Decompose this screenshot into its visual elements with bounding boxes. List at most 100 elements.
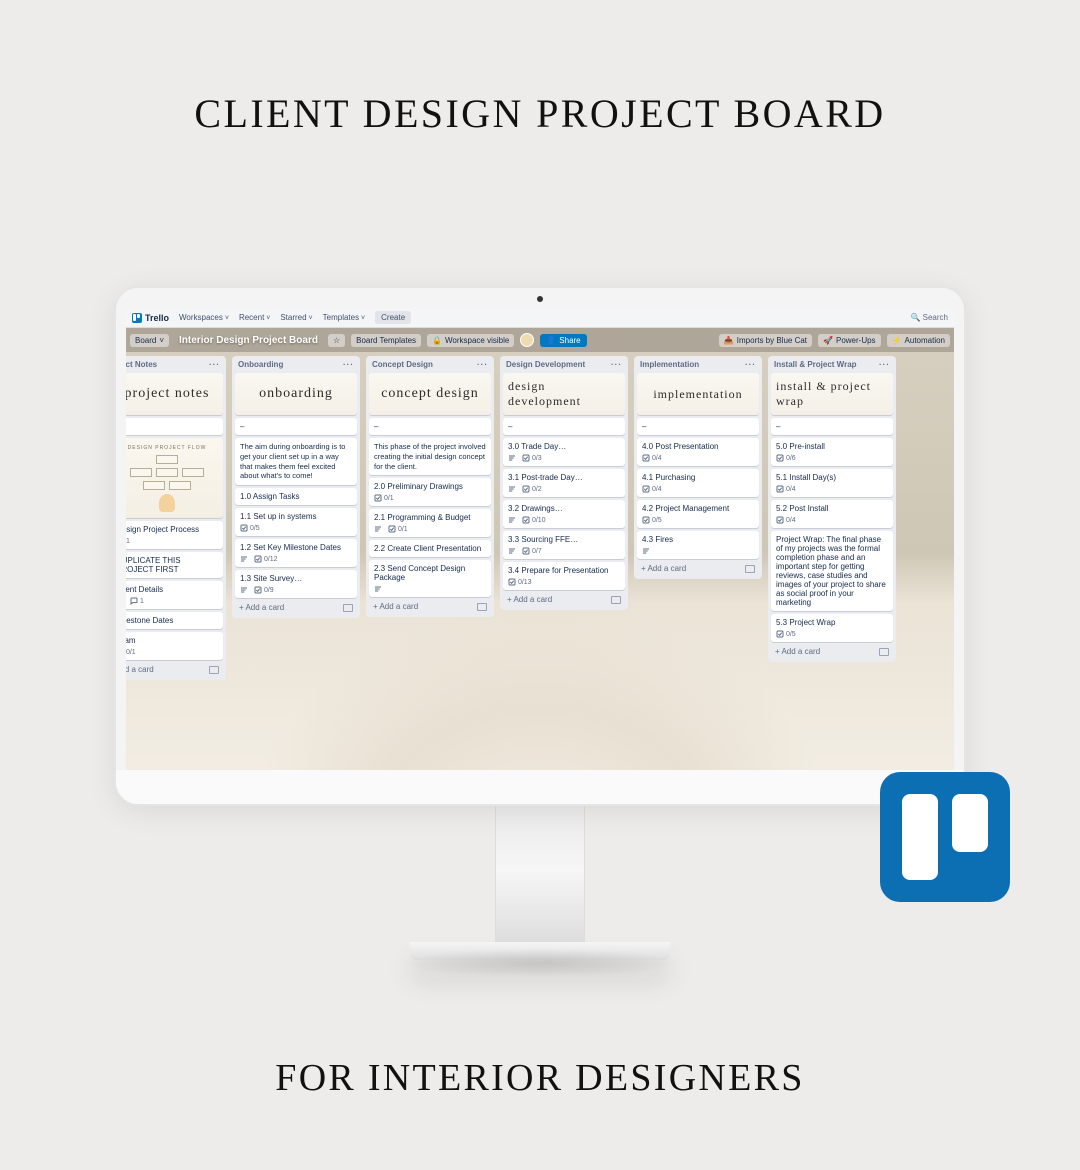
separator-card[interactable]: – <box>503 418 625 435</box>
card[interactable]: 1.1 Set up in systems 0/5 <box>235 508 357 536</box>
trello-logo-icon <box>132 313 142 323</box>
list-menu-button[interactable]: ··· <box>477 360 488 369</box>
powerups-button[interactable]: 🚀 Power-Ups <box>818 334 881 347</box>
separator-card[interactable]: – <box>771 418 893 435</box>
workspace-visibility-button[interactable]: 🔒 Workspace visible <box>427 334 514 347</box>
card[interactable]: Milestone Dates <box>126 612 223 629</box>
card-template-icon[interactable] <box>209 666 219 674</box>
add-card-button[interactable]: + Add a card <box>637 562 759 575</box>
list-menu-button[interactable]: ··· <box>745 360 756 369</box>
add-card-button[interactable]: + Add a card <box>771 645 893 658</box>
card-title: 5.1 Install Day(s) <box>776 473 888 482</box>
camera-dot <box>537 296 543 302</box>
card[interactable]: 4.3 Fires <box>637 531 759 559</box>
list: Design Development ··· design development –… <box>500 356 628 610</box>
card-title: 2.2 Create Client Presentation <box>374 544 486 553</box>
card-template-icon[interactable] <box>611 596 621 604</box>
card[interactable]: 2.1 Programming & Budget 0/1 <box>369 509 491 537</box>
list-menu-button[interactable]: ··· <box>611 360 622 369</box>
card[interactable]: 5.2 Post Install 0/4 <box>771 500 893 528</box>
member-avatar[interactable] <box>520 333 534 347</box>
card[interactable]: 3.3 Sourcing FFE… 0/7 <box>503 531 625 559</box>
card[interactable]: 1.0 Assign Tasks <box>235 488 357 505</box>
card[interactable]: Project Wrap: The final phase of my proj… <box>771 531 893 611</box>
card[interactable]: Design Project Process 1 <box>126 521 223 549</box>
card[interactable]: 3.2 Drawings… 0/10 <box>503 500 625 528</box>
card-title: 2.0 Preliminary Drawings <box>374 482 486 491</box>
checklist-badge: 0/7 <box>522 547 542 555</box>
list-title[interactable]: Install & Project Wrap <box>774 360 857 369</box>
imports-button[interactable]: 📥 Imports by Blue Cat <box>719 334 812 347</box>
star-button[interactable]: ☆ <box>328 334 345 347</box>
nav-starred[interactable]: Starred <box>280 313 312 322</box>
add-card-button[interactable]: + Add a card <box>503 593 625 606</box>
list-title[interactable]: Onboarding <box>238 360 283 369</box>
card[interactable]: DUPLICATE THIS PROJECT FIRST <box>126 552 223 578</box>
list-menu-button[interactable]: ··· <box>209 360 220 369</box>
nav-create-button[interactable]: Create <box>375 311 411 324</box>
nav-recent[interactable]: Recent <box>239 313 270 322</box>
card-template-icon[interactable] <box>879 648 889 656</box>
add-card-button[interactable]: + Add a card <box>235 601 357 614</box>
list-menu-button[interactable]: ··· <box>343 360 354 369</box>
card[interactable]: 4.2 Project Management 0/5 <box>637 500 759 528</box>
nav-workspaces[interactable]: Workspaces <box>179 313 229 322</box>
add-card-button[interactable]: Add a card <box>126 663 223 676</box>
nav-search[interactable]: 🔍 Search <box>910 313 948 322</box>
card[interactable]: 1.2 Set Key Milestone Dates 0/12 <box>235 539 357 567</box>
list-menu-button[interactable]: ··· <box>879 360 890 369</box>
card-template-icon[interactable] <box>477 603 487 611</box>
separator-card[interactable]: – <box>235 418 357 435</box>
board-canvas[interactable]: oject Notes···project notes–DESIGN PROJE… <box>126 352 954 770</box>
card[interactable]: 5.0 Pre-install 0/6 <box>771 438 893 466</box>
list-cover-card[interactable]: design development <box>503 373 625 415</box>
card[interactable]: 3.1 Post-trade Day… 0/2 <box>503 469 625 497</box>
card[interactable]: 5.1 Install Day(s) 0/4 <box>771 469 893 497</box>
list-cover-card[interactable]: install & project wrap <box>771 373 893 415</box>
list-cover-card[interactable]: onboarding <box>235 373 357 415</box>
list-cover-card[interactable]: implementation <box>637 373 759 415</box>
monitor-shadow <box>400 948 680 978</box>
intro-card[interactable]: This phase of the project involved creat… <box>369 438 491 475</box>
automation-button[interactable]: ⚡ Automation <box>887 334 950 347</box>
board-view-button[interactable]: Board ˅ <box>130 334 169 347</box>
comment-badge: 1 <box>130 597 144 605</box>
list-title[interactable]: Implementation <box>640 360 699 369</box>
list-title[interactable]: Design Development <box>506 360 585 369</box>
card-title: 1.2 Set Key Milestone Dates <box>240 543 352 552</box>
card[interactable]: Client Details 1 <box>126 581 223 609</box>
trello-logo[interactable]: Trello <box>132 313 169 323</box>
board-templates-button[interactable]: Board Templates <box>351 334 421 347</box>
card[interactable]: 4.1 Purchasing 0/4 <box>637 469 759 497</box>
flowchart-card[interactable]: DESIGN PROJECT FLOW <box>126 438 223 518</box>
card[interactable]: 2.0 Preliminary Drawings 0/1 <box>369 478 491 506</box>
board-title[interactable]: Interior Design Project Board <box>175 333 322 348</box>
card-title: 3.1 Post-trade Day… <box>508 473 620 482</box>
checklist-badge: 0/6 <box>776 454 796 462</box>
card[interactable]: 4.0 Post Presentation 0/4 <box>637 438 759 466</box>
share-button[interactable]: 👤 Share <box>540 334 586 347</box>
list-title[interactable]: Concept Design <box>372 360 433 369</box>
card[interactable]: Team 0/1 <box>126 632 223 660</box>
card-template-icon[interactable] <box>343 604 353 612</box>
intro-card[interactable]: The aim during onboarding is to get your… <box>235 438 357 485</box>
hero-title: CLIENT DESIGN PROJECT BOARD <box>0 90 1080 137</box>
card-template-icon[interactable] <box>745 565 755 573</box>
nav-templates[interactable]: Templates <box>323 313 366 322</box>
list-title[interactable]: oject Notes <box>126 360 157 369</box>
add-card-button[interactable]: + Add a card <box>369 600 491 613</box>
list-cover-card[interactable]: concept design <box>369 373 491 415</box>
card[interactable]: 1.3 Site Survey… 0/9 <box>235 570 357 598</box>
list-cover-card[interactable]: project notes <box>126 373 223 415</box>
card[interactable]: 5.3 Project Wrap 0/5 <box>771 614 893 642</box>
card[interactable]: 3.4 Prepare for Presentation 0/13 <box>503 562 625 590</box>
card[interactable]: 2.3 Send Concept Design Package <box>369 560 491 597</box>
trello-topnav: Trello Workspaces Recent Starred Templat… <box>126 308 954 328</box>
separator-card[interactable]: – <box>369 418 491 435</box>
checklist-badge: 0/4 <box>642 485 662 493</box>
separator-card[interactable]: – <box>637 418 759 435</box>
separator-card[interactable]: – <box>126 418 223 435</box>
card[interactable]: 3.0 Trade Day… 0/3 <box>503 438 625 466</box>
card[interactable]: 2.2 Create Client Presentation <box>369 540 491 557</box>
board-header: Board ˅ Interior Design Project Board ☆ … <box>126 328 954 352</box>
